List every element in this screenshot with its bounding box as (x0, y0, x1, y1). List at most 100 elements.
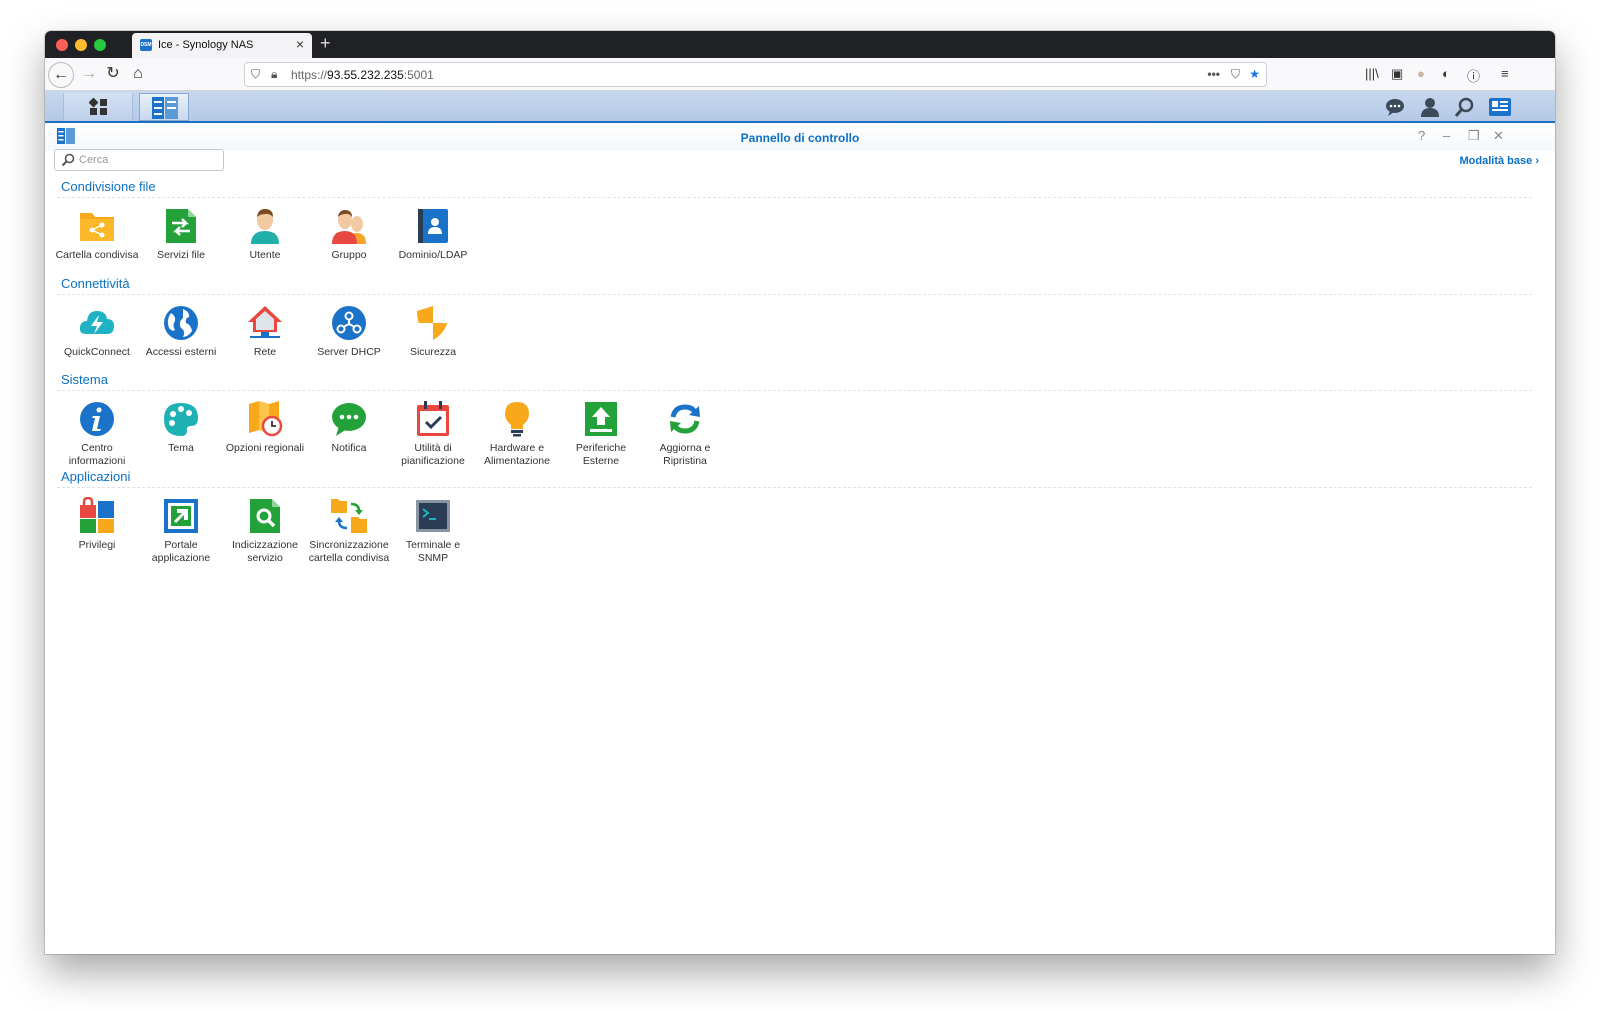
external-access-icon (164, 306, 198, 340)
hamburger-menu-icon[interactable]: ≡ (1501, 66, 1509, 81)
user-item[interactable]: Utente (223, 207, 307, 262)
search-icon (61, 153, 75, 167)
privileges-icon (80, 497, 114, 533)
quickconnect-icon (79, 311, 114, 334)
close-window-button[interactable] (56, 39, 68, 51)
basic-mode-link[interactable]: Modalità base › (1460, 155, 1539, 167)
regional-options-item[interactable]: Opzioni regionali (223, 400, 307, 455)
shared-folder-sync-icon (331, 499, 367, 533)
shared-folder-sync-item[interactable]: Sincronizzazione cartella condivisa (307, 497, 391, 565)
external-access-item[interactable]: Accessi esterni (139, 304, 223, 359)
help-icon[interactable]: ? (1418, 128, 1425, 143)
control-panel-header: Pannello di controllo ? – ❐ ✕ (45, 123, 1555, 151)
section-divider (57, 294, 1532, 295)
update-restore-icon (670, 404, 700, 434)
user-icon (251, 209, 279, 244)
network-icon (248, 306, 282, 338)
dsm-taskbar (45, 91, 1555, 123)
extension-info-icon[interactable]: ⓘ (1467, 66, 1480, 85)
browser-tab[interactable]: DSM Ice - Synology NAS × (132, 33, 312, 58)
main-menu-button[interactable] (63, 93, 133, 121)
address-bar[interactable]: ⛉ 🔒︎ https://93.55.232.235:5001 ••• ⛉ ★ (244, 62, 1267, 87)
sidebar-icon[interactable]: ▣ (1391, 66, 1403, 82)
shared-folder-icon (80, 213, 114, 241)
restore-icon[interactable]: ❐ (1468, 128, 1480, 144)
search-input[interactable]: Cerca (54, 149, 224, 171)
url-text: https://93.55.232.235:5001 (291, 68, 434, 82)
privileges-item[interactable]: Privilegi (55, 497, 139, 552)
section-divider (57, 197, 1532, 198)
dhcp-server-icon (332, 306, 366, 340)
network-item[interactable]: Rete (223, 304, 307, 359)
extension-brain-icon[interactable]: ● (1417, 66, 1425, 81)
library-icon[interactable]: |||\ (1365, 66, 1379, 81)
indexing-service-icon (250, 499, 280, 533)
home-icon[interactable]: ⌂ (127, 63, 149, 85)
indexing-service-item[interactable]: Indicizzazione servizio (223, 497, 307, 565)
file-services-item[interactable]: Servizi file (139, 207, 223, 262)
lock-warning-icon[interactable]: 🔒︎ (271, 67, 277, 82)
external-devices-icon (585, 402, 617, 436)
close-icon[interactable]: ✕ (1493, 128, 1504, 144)
file-services-icon (166, 209, 196, 243)
shield-icon[interactable]: ⛉ (251, 67, 260, 82)
browser-window: DSM Ice - Synology NAS × + ← → ↻ ⌂ ⛉ 🔒︎ … (45, 31, 1555, 954)
info-center-item[interactable]: Centro informazioni (55, 400, 139, 468)
notification-icon (332, 403, 366, 436)
section-divider (57, 390, 1532, 391)
domain-ldap-item[interactable]: Dominio/LDAP (391, 207, 475, 262)
task-scheduler-icon (417, 401, 449, 436)
bookmark-star-icon[interactable]: ★ (1249, 67, 1260, 81)
terminal-snmp-item[interactable]: Terminale e SNMP (391, 497, 475, 565)
section-divider (57, 487, 1532, 488)
more-actions-icon[interactable]: ••• (1207, 67, 1220, 81)
user-account-icon[interactable] (1419, 96, 1441, 118)
hardware-power-item[interactable]: Hardware e Alimentazione (475, 400, 559, 468)
terminal-snmp-icon (416, 500, 450, 532)
new-tab-icon[interactable]: + (320, 33, 331, 54)
info-center-icon (80, 402, 114, 436)
group-item[interactable]: Gruppo (307, 207, 391, 262)
quickconnect-item[interactable]: QuickConnect (55, 304, 139, 359)
pocket-icon[interactable]: ⛉ (1231, 67, 1240, 82)
theme-item[interactable]: Tema (139, 400, 223, 455)
application-portal-item[interactable]: Portale applicazione (139, 497, 223, 565)
update-restore-item[interactable]: Aggiorna e Ripristina (643, 400, 727, 468)
notification-item[interactable]: Notifica (307, 400, 391, 455)
section-title-connectivity: Connettività (61, 276, 130, 291)
chat-bubble-icon[interactable] (1384, 96, 1406, 118)
regional-options-icon (249, 401, 283, 437)
theme-icon (164, 403, 198, 436)
back-arrow-icon[interactable]: ← (48, 62, 74, 88)
dsm-favicon-icon: DSM (140, 39, 152, 51)
task-scheduler-item[interactable]: Utilità di pianificazione (391, 400, 475, 468)
browser-toolbar: ← → ↻ ⌂ ⛉ 🔒︎ https://93.55.232.235:5001 … (45, 58, 1555, 91)
main-menu-icon (89, 98, 107, 115)
window-title: Pannello di controllo (740, 131, 860, 145)
dhcp-server-item[interactable]: Server DHCP (307, 304, 391, 359)
search-placeholder: Cerca (79, 154, 109, 166)
shared-folder-item[interactable]: Cartella condivisa (55, 207, 139, 262)
security-item[interactable]: Sicurezza (391, 304, 475, 359)
section-title-system: Sistema (61, 372, 108, 387)
forward-arrow-icon[interactable]: → (78, 63, 100, 85)
section-title-applications: Applicazioni (61, 469, 131, 484)
taskbar-control-panel-button[interactable] (139, 93, 189, 121)
control-panel-icon (152, 97, 178, 119)
security-icon (417, 306, 449, 340)
external-devices-item[interactable]: Periferiche Esterne (559, 400, 643, 468)
domain-ldap-icon (418, 209, 448, 243)
zoom-window-button[interactable] (94, 39, 106, 51)
tab-close-icon[interactable]: × (296, 36, 304, 52)
minimize-window-button[interactable] (75, 39, 87, 51)
tab-title: Ice - Synology NAS (158, 39, 254, 51)
browser-tab-bar: DSM Ice - Synology NAS × + (45, 31, 1555, 58)
screenshot-stage: DSM Ice - Synology NAS × + ← → ↻ ⌂ ⛉ 🔒︎ … (0, 0, 1600, 1012)
group-icon (332, 210, 366, 244)
chevron-right-icon: › (1535, 155, 1539, 167)
widgets-icon[interactable] (1488, 96, 1512, 118)
reload-icon[interactable]: ↻ (102, 63, 124, 85)
extension-dark-icon[interactable]: ◐ (1442, 66, 1450, 81)
minimize-icon[interactable]: – (1443, 128, 1450, 143)
search-icon[interactable] (1453, 96, 1475, 118)
